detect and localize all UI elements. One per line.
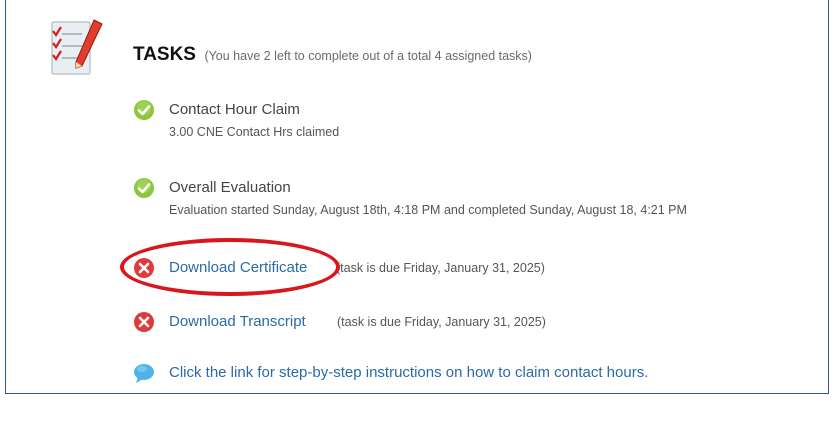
clipboard-checklist-icon [51,19,103,75]
task-detail: 3.00 CNE Contact Hrs claimed [169,125,340,139]
x-icon [134,258,154,278]
x-icon [134,312,154,332]
tasks-title: TASKS [133,44,196,65]
task-due-note: (task is due Friday, January 31, 2025) [337,315,546,329]
check-icon [134,178,154,198]
task-title: Overall Evaluation [169,179,291,196]
help-instructions-link[interactable]: Click the link for step-by-step instruct… [169,362,648,384]
task-due-note: (task is due Friday, January 31, 2025) [336,261,545,275]
tasks-summary: (You have 2 left to complete out of a to… [204,49,532,63]
task-detail: Evaluation started Sunday, August 18th, … [169,203,687,217]
task-title: Contact Hour Claim [169,101,300,118]
speech-bubble-icon [134,364,154,383]
check-icon [134,100,154,120]
download-certificate-link[interactable]: Download Certificate [169,257,307,279]
download-transcript-link[interactable]: Download Transcript [169,311,306,333]
tasks-header: TASKS (You have 2 left to complete out o… [133,44,532,66]
